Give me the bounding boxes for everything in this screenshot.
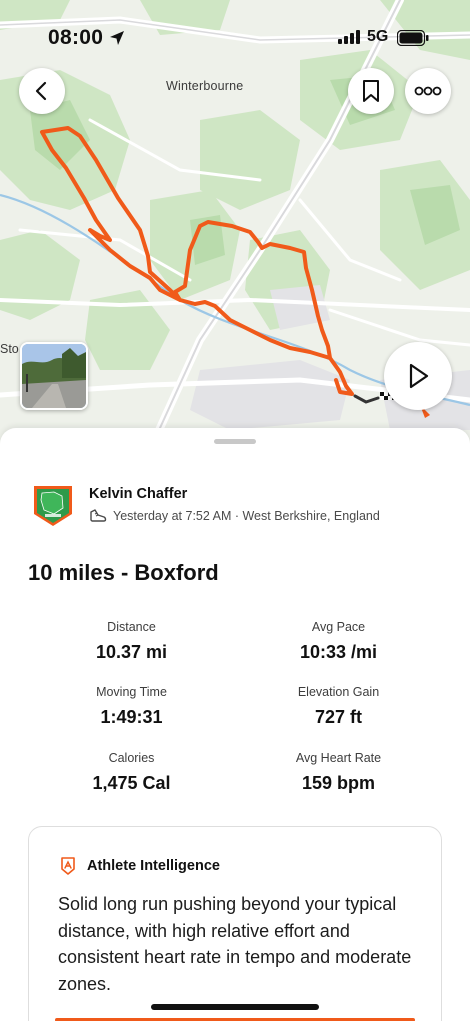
map-place-label-partial: Sto <box>0 342 19 356</box>
stat-calories: Calories 1,475 Cal <box>28 751 235 794</box>
stat-elevation-gain: Elevation Gain 727 ft <box>235 685 442 728</box>
stat-label: Calories <box>108 751 155 765</box>
play-flyover-button[interactable] <box>384 342 452 410</box>
signal-bars-icon <box>338 30 360 44</box>
home-indicator[interactable] <box>151 1004 319 1010</box>
stat-value: 10:33 /mi <box>299 642 378 662</box>
network-type: 5G <box>367 28 389 45</box>
stat-moving-time: Moving Time 1:49:31 <box>28 685 235 728</box>
activity-date-location: Yesterday at 7:52 AM · West Berkshire, E… <box>113 509 380 523</box>
club-badge-icon[interactable] <box>32 484 74 528</box>
stat-value: 727 ft <box>314 707 363 727</box>
stat-value: 10.37 mi <box>95 642 168 662</box>
athlete-intelligence-card[interactable]: Athlete Intelligence Solid long run push… <box>28 826 442 1021</box>
status-time: 08:00 <box>48 26 104 49</box>
bookmark-icon <box>363 80 379 102</box>
activity-details-sheet[interactable]: Kelvin Chaffer Yesterday at 7:52 AM · We… <box>0 428 470 1021</box>
route-map[interactable]: 08:00 5G Winterbourne Sto <box>0 0 470 450</box>
location-arrow-icon <box>110 31 124 45</box>
stat-label: Elevation Gain <box>297 685 380 699</box>
activity-meta: Yesterday at 7:52 AM · West Berkshire, E… <box>89 508 380 524</box>
athlete-intelligence-title: Athlete Intelligence <box>87 858 220 874</box>
stat-avg-pace: Avg Pace 10:33 /mi <box>235 620 442 663</box>
athlete-name[interactable]: Kelvin Chaffer <box>89 486 187 502</box>
battery-icon <box>397 30 429 46</box>
sheet-grabber[interactable] <box>214 439 256 444</box>
activity-photo-thumbnail[interactable] <box>20 342 88 410</box>
play-icon <box>409 363 429 389</box>
stat-label: Avg Heart Rate <box>295 751 382 765</box>
status-bar: 08:00 5G <box>0 0 470 70</box>
stat-label: Avg Pace <box>311 620 366 634</box>
stat-value: 1:49:31 <box>100 707 163 727</box>
more-icon <box>414 86 442 96</box>
back-icon <box>35 81 47 101</box>
stat-value: 159 bpm <box>301 773 376 793</box>
athlete-intelligence-summary: Solid long run pushing beyond your typic… <box>58 894 412 994</box>
bookmark-button[interactable] <box>348 68 394 114</box>
back-button[interactable] <box>19 68 65 114</box>
activity-title: 10 miles - Boxford <box>28 560 219 585</box>
stat-avg-heart-rate: Avg Heart Rate 159 bpm <box>235 751 442 794</box>
shoe-icon <box>90 509 107 522</box>
map-place-label: Winterbourne <box>166 79 244 93</box>
athlete-intelligence-icon <box>61 857 75 875</box>
activity-photo <box>22 344 86 408</box>
stat-distance: Distance 10.37 mi <box>28 620 235 663</box>
stat-label: Distance <box>107 620 156 634</box>
more-options-button[interactable] <box>405 68 451 114</box>
stat-label: Moving Time <box>96 685 167 699</box>
athlete-intelligence-header: Athlete Intelligence <box>59 857 220 875</box>
stat-value: 1,475 Cal <box>92 773 171 793</box>
